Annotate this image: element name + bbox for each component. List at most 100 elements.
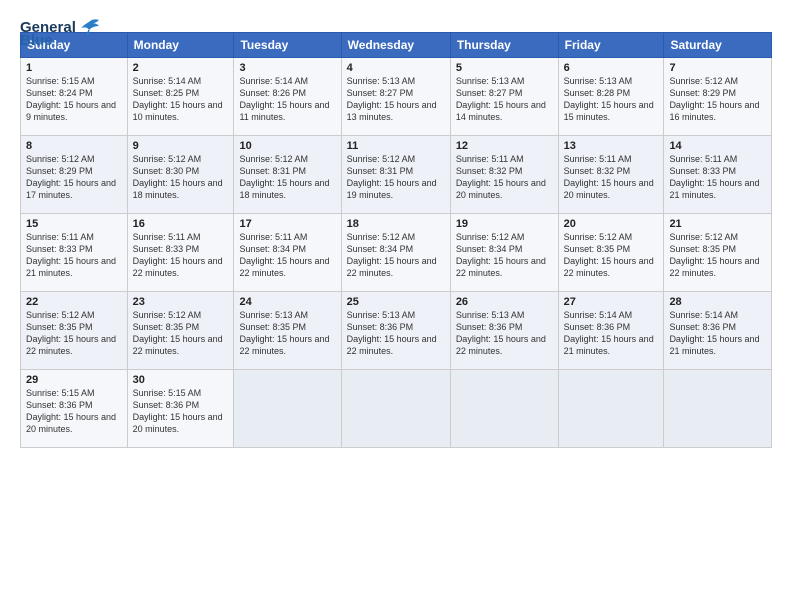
day-number: 5 [456,62,553,74]
calendar-day-17: 17 Sunrise: 5:11 AMSunset: 8:34 PMDayligh… [234,214,341,292]
day-number: 15 [26,218,122,230]
calendar-day-20: 20 Sunrise: 5:12 AMSunset: 8:35 PMDayligh… [558,214,664,292]
day-info: Sunrise: 5:12 AMSunset: 8:34 PMDaylight:… [456,232,546,278]
day-number: 18 [347,218,445,230]
day-number: 9 [133,140,229,152]
day-info: Sunrise: 5:15 AMSunset: 8:24 PMDaylight:… [26,76,116,122]
calendar-day-26: 26Sunrise: 5:13 AMSunset: 8:36 PMDayligh… [450,292,558,370]
calendar-day-16: 16 Sunrise: 5:11 AMSunset: 8:33 PMDayligh… [127,214,234,292]
calendar-day-9: 9 Sunrise: 5:12 AMSunset: 8:30 PMDaylight… [127,136,234,214]
calendar-day-5: 5 Sunrise: 5:13 AMSunset: 8:27 PMDaylight… [450,58,558,136]
day-info: Sunrise: 5:13 AMSunset: 8:36 PMDaylight:… [347,310,437,356]
weekday-header-wednesday: Wednesday [341,33,450,58]
weekday-header-monday: Monday [127,33,234,58]
day-number: 17 [239,218,335,230]
empty-cell [558,370,664,448]
day-info: Sunrise: 5:12 AMSunset: 8:29 PMDaylight:… [669,76,759,122]
empty-cell [450,370,558,448]
day-number: 19 [456,218,553,230]
calendar-day-21: 21 Sunrise: 5:12 AMSunset: 8:35 PMDayligh… [664,214,772,292]
calendar-day-19: 19 Sunrise: 5:12 AMSunset: 8:34 PMDayligh… [450,214,558,292]
day-info: Sunrise: 5:14 AMSunset: 8:25 PMDaylight:… [133,76,223,122]
day-number: 27 [564,296,659,308]
calendar-day-14: 14 Sunrise: 5:11 AMSunset: 8:33 PMDayligh… [664,136,772,214]
day-number: 22 [26,296,122,308]
day-number: 7 [669,62,766,74]
day-info: Sunrise: 5:11 AMSunset: 8:32 PMDaylight:… [456,154,546,200]
weekday-header-tuesday: Tuesday [234,33,341,58]
calendar-day-3: 3 Sunrise: 5:14 AMSunset: 8:26 PMDaylight… [234,58,341,136]
calendar-day-27: 27 Sunrise: 5:14 AMSunset: 8:36 PMDayligh… [558,292,664,370]
calendar-day-11: 11Sunrise: 5:12 AMSunset: 8:31 PMDayligh… [341,136,450,214]
calendar-day-24: 24 Sunrise: 5:13 AMSunset: 8:35 PMDayligh… [234,292,341,370]
calendar-day-12: 12 Sunrise: 5:11 AMSunset: 8:32 PMDayligh… [450,136,558,214]
day-number: 6 [564,62,659,74]
day-number: 29 [26,374,122,386]
calendar-day-23: 23 Sunrise: 5:12 AMSunset: 8:35 PMDayligh… [127,292,234,370]
logo-blue: Blue [20,32,53,49]
calendar-day-18: 18 Sunrise: 5:12 AMSunset: 8:34 PMDayligh… [341,214,450,292]
calendar-day-28: 28Sunrise: 5:14 AMSunset: 8:36 PMDayligh… [664,292,772,370]
calendar-day-2: 2 Sunrise: 5:14 AMSunset: 8:25 PMDaylight… [127,58,234,136]
day-number: 23 [133,296,229,308]
day-info: Sunrise: 5:11 AMSunset: 8:34 PMDaylight:… [239,232,329,278]
empty-cell [664,370,772,448]
day-info: Sunrise: 5:11 AMSunset: 8:33 PMDaylight:… [26,232,116,278]
calendar-day-6: 6 Sunrise: 5:13 AMSunset: 8:28 PMDaylight… [558,58,664,136]
day-info: Sunrise: 5:12 AMSunset: 8:31 PMDaylight:… [239,154,329,200]
weekday-header-saturday: Saturday [664,33,772,58]
day-info: Sunrise: 5:13 AMSunset: 8:36 PMDaylight:… [456,310,546,356]
day-number: 16 [133,218,229,230]
empty-cell [234,370,341,448]
day-number: 12 [456,140,553,152]
logo-bird-icon [79,18,101,36]
calendar-day-10: 10 Sunrise: 5:12 AMSunset: 8:31 PMDayligh… [234,136,341,214]
day-number: 13 [564,140,659,152]
day-number: 3 [239,62,335,74]
empty-cell [341,370,450,448]
day-info: Sunrise: 5:11 AMSunset: 8:33 PMDaylight:… [669,154,759,200]
day-info: Sunrise: 5:12 AMSunset: 8:35 PMDaylight:… [669,232,759,278]
day-info: Sunrise: 5:13 AMSunset: 8:27 PMDaylight:… [456,76,546,122]
calendar-day-1: 1 Sunrise: 5:15 AMSunset: 8:24 PMDaylight… [21,58,128,136]
day-info: Sunrise: 5:13 AMSunset: 8:35 PMDaylight:… [239,310,329,356]
day-info: Sunrise: 5:12 AMSunset: 8:35 PMDaylight:… [26,310,116,356]
day-number: 25 [347,296,445,308]
day-number: 14 [669,140,766,152]
calendar-day-8: 8 Sunrise: 5:12 AMSunset: 8:29 PMDaylight… [21,136,128,214]
day-number: 10 [239,140,335,152]
day-info: Sunrise: 5:13 AMSunset: 8:28 PMDaylight:… [564,76,654,122]
day-info: Sunrise: 5:12 AMSunset: 8:30 PMDaylight:… [133,154,223,200]
day-info: Sunrise: 5:11 AMSunset: 8:32 PMDaylight:… [564,154,654,200]
day-number: 1 [26,62,122,74]
calendar-day-30: 30 Sunrise: 5:15 AMSunset: 8:36 PMDayligh… [127,370,234,448]
day-info: Sunrise: 5:12 AMSunset: 8:35 PMDaylight:… [564,232,654,278]
day-info: Sunrise: 5:12 AMSunset: 8:29 PMDaylight:… [26,154,116,200]
day-number: 28 [669,296,766,308]
day-number: 8 [26,140,122,152]
day-info: Sunrise: 5:11 AMSunset: 8:33 PMDaylight:… [133,232,223,278]
day-number: 11 [347,140,445,152]
day-number: 20 [564,218,659,230]
calendar-day-25: 25 Sunrise: 5:13 AMSunset: 8:36 PMDayligh… [341,292,450,370]
day-info: Sunrise: 5:12 AMSunset: 8:35 PMDaylight:… [133,310,223,356]
day-info: Sunrise: 5:14 AMSunset: 8:26 PMDaylight:… [239,76,329,122]
day-number: 21 [669,218,766,230]
day-number: 24 [239,296,335,308]
weekday-header-thursday: Thursday [450,33,558,58]
calendar-day-29: 29 Sunrise: 5:15 AMSunset: 8:36 PMDayligh… [21,370,128,448]
calendar-day-13: 13 Sunrise: 5:11 AMSunset: 8:32 PMDayligh… [558,136,664,214]
day-info: Sunrise: 5:14 AMSunset: 8:36 PMDaylight:… [564,310,654,356]
calendar-day-22: 22 Sunrise: 5:12 AMSunset: 8:35 PMDayligh… [21,292,128,370]
calendar-day-4: 4Sunrise: 5:13 AMSunset: 8:27 PMDaylight… [341,58,450,136]
day-number: 2 [133,62,229,74]
day-info: Sunrise: 5:15 AMSunset: 8:36 PMDaylight:… [133,388,223,434]
day-info: Sunrise: 5:12 AMSunset: 8:34 PMDaylight:… [347,232,437,278]
calendar-day-7: 7 Sunrise: 5:12 AMSunset: 8:29 PMDaylight… [664,58,772,136]
weekday-header-friday: Friday [558,33,664,58]
day-info: Sunrise: 5:13 AMSunset: 8:27 PMDaylight:… [347,76,437,122]
logo: General Blue [20,18,101,49]
day-info: Sunrise: 5:15 AMSunset: 8:36 PMDaylight:… [26,388,116,434]
calendar-day-15: 15 Sunrise: 5:11 AMSunset: 8:33 PMDayligh… [21,214,128,292]
day-number: 30 [133,374,229,386]
